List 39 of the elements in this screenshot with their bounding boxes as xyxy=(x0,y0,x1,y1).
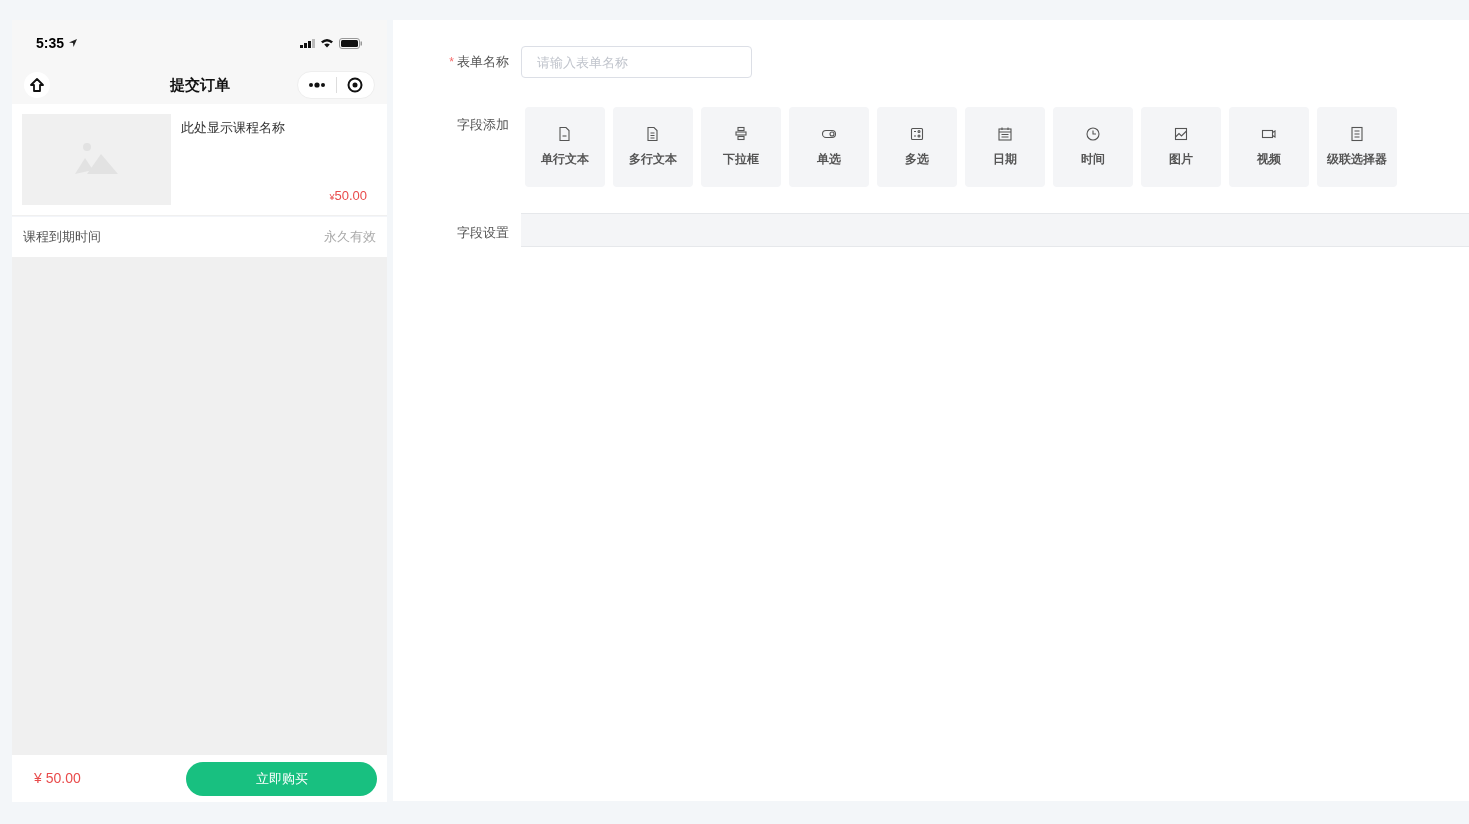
wifi-icon xyxy=(320,38,334,48)
course-name: 此处显示课程名称 xyxy=(181,119,286,137)
required-mark: * xyxy=(449,54,454,71)
home-icon xyxy=(29,77,45,93)
expiry-value: 永久有效 xyxy=(324,228,376,247)
more-icon xyxy=(307,82,326,88)
field-type-button[interactable]: 图片 xyxy=(1141,107,1221,187)
field-type-button[interactable]: 多选 xyxy=(877,107,957,187)
form-name-input[interactable]: 请输入表单名称 xyxy=(521,46,752,78)
currency-symbol: ¥ xyxy=(329,190,335,204)
target-icon xyxy=(347,77,364,93)
dropdown-icon xyxy=(733,126,749,142)
picture-icon xyxy=(1173,126,1189,142)
checklist-icon xyxy=(909,126,925,142)
total-price: ¥ 50.00 xyxy=(33,769,81,788)
home-button[interactable] xyxy=(24,72,50,98)
page-title: 提交订单 xyxy=(169,74,230,95)
field-label: 字段设置 xyxy=(457,224,509,243)
field-label: 表单名称 xyxy=(457,53,509,72)
field-type-button[interactable]: 时间 xyxy=(1053,107,1133,187)
field-type-button[interactable]: 单行文本 xyxy=(525,107,605,187)
field-type-button[interactable]: 单选 xyxy=(789,107,869,187)
field-type-button[interactable]: 下拉框 xyxy=(701,107,781,187)
course-price: 50.00 xyxy=(334,186,367,205)
field-label: 字段添加 xyxy=(457,116,509,134)
field-type-button[interactable]: 多行文本 xyxy=(613,107,693,187)
expiry-label: 课程到期时间 xyxy=(23,228,101,247)
location-icon xyxy=(68,38,79,48)
status-time: 5:35 xyxy=(36,33,65,53)
signal-icon xyxy=(300,38,315,48)
field-type-button[interactable]: 级联选择器 xyxy=(1317,107,1397,187)
field-type-button[interactable]: 视频 xyxy=(1229,107,1309,187)
battery-icon xyxy=(339,37,363,49)
list-document-icon xyxy=(1349,126,1365,142)
field-type-button[interactable]: 日期 xyxy=(965,107,1045,187)
calendar-icon xyxy=(997,126,1013,142)
document-icon xyxy=(645,126,661,142)
document-icon xyxy=(557,126,573,142)
clock-icon xyxy=(1085,126,1101,142)
